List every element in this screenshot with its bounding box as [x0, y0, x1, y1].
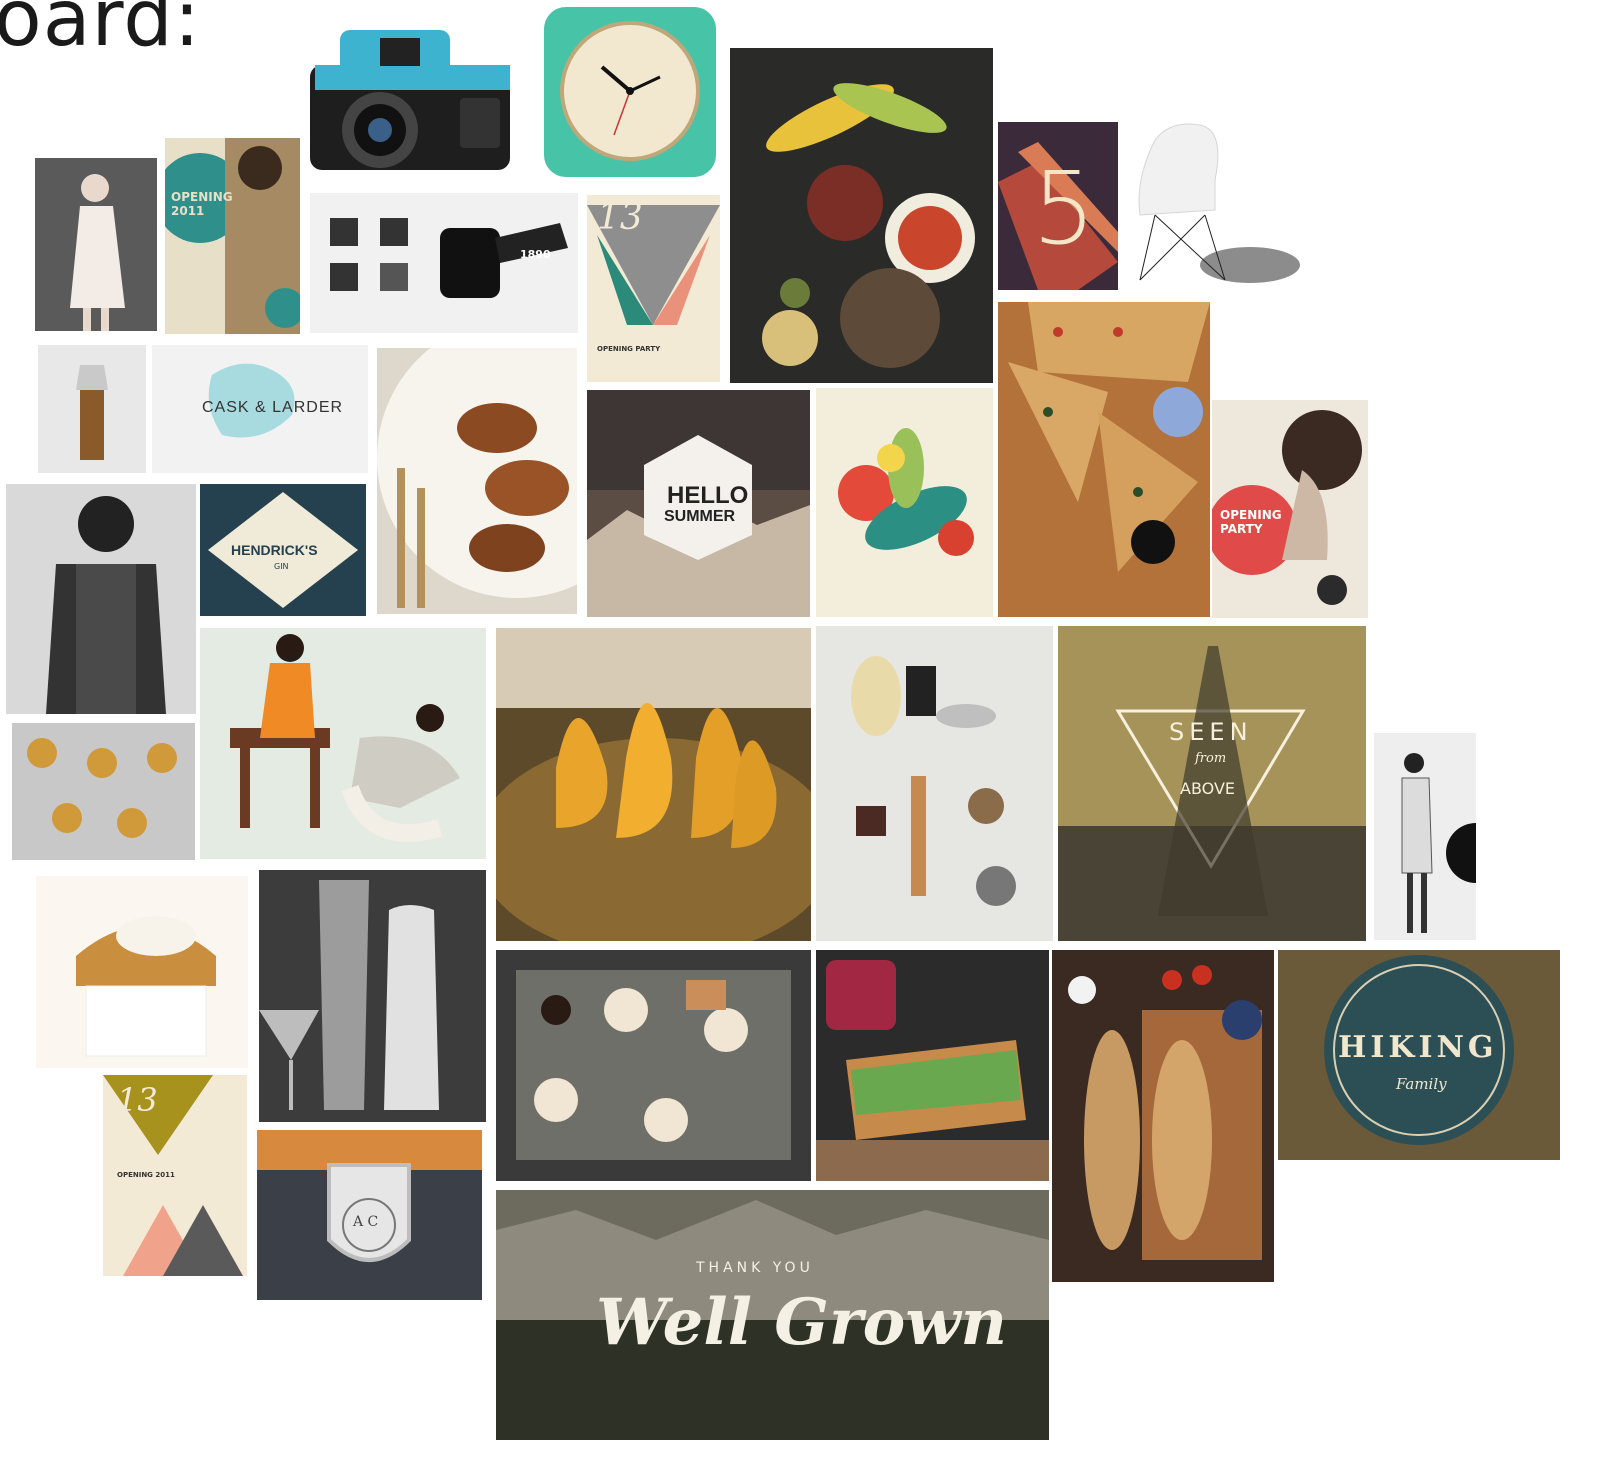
c-logo-sheet: 1890: [310, 193, 578, 333]
eames-chair-image: [1130, 120, 1300, 290]
vegetables-flatlay-image: [730, 48, 993, 383]
cookies-on-checkered-image: [12, 723, 195, 860]
hendricks-text: HENDRICK'S: [231, 542, 318, 558]
seen-line1: SEEN: [1169, 718, 1253, 746]
hello-summer-poster: HELLO SUMMER: [587, 390, 810, 617]
fashion-runway-image: [35, 158, 157, 331]
hiking-badge-poster: HIKING Family: [1278, 950, 1560, 1160]
opening-2011-poster: OPENING 2011: [165, 138, 300, 334]
souffle-dessert-image: [36, 876, 248, 1068]
ac-badge-text: A C: [353, 1214, 379, 1230]
well-grown-small-text: THANK YOU: [696, 1260, 814, 1276]
pears-in-copper-bowl-image: [496, 628, 811, 941]
cocktail-shakers-image: [259, 870, 486, 1122]
poster-13-opening-party: 13 OPENING PARTY: [587, 195, 720, 382]
camera-image: [300, 10, 525, 185]
seen-from-above-poster: SEEN from ABOVE: [1058, 626, 1366, 941]
vintage-woman-photo: [6, 484, 196, 714]
hello-line1: HELLO: [667, 482, 749, 509]
wooden-vase-image: [38, 345, 146, 473]
hiking-sub: Family: [1396, 1075, 1447, 1093]
seen-line2: from: [1195, 751, 1227, 766]
hendricks-gin-label: HENDRICK'S GIN: [200, 484, 366, 616]
poster-13-number: 13: [597, 197, 643, 238]
vintage-model-photo: [1374, 733, 1476, 940]
sandwich-image: [816, 950, 1049, 1181]
opening-party-red-poster: OPENING PARTY: [1212, 400, 1368, 618]
number-five-text: 5: [1032, 150, 1096, 267]
cask-larder-text: CASK & LARDER: [202, 399, 344, 416]
baguette-board-image: [1052, 950, 1274, 1282]
poster-13-bottom-number: 13: [117, 1081, 158, 1119]
vegetable-illustration-poster: [816, 388, 993, 617]
c-logo-year: 1890: [520, 248, 551, 261]
hendricks-sub: GIN: [274, 562, 289, 571]
opening-party-red-text: OPENING PARTY: [1220, 508, 1282, 536]
hello-line2: SUMMER: [664, 508, 736, 525]
pizza-image: [998, 302, 1210, 617]
parfait-tray-image: [496, 950, 811, 1181]
retro-couple-illustration: [200, 628, 486, 859]
poster-13-opening-2011: 13 OPENING 2011: [103, 1075, 247, 1276]
seen-line3: ABOVE: [1180, 779, 1236, 798]
poster-13-text: OPENING PARTY: [597, 345, 661, 353]
baking-tools-flatlay-image: [816, 626, 1053, 941]
poster-13-bottom-text: OPENING 2011: [117, 1171, 175, 1179]
ac-badge-poster: A C: [257, 1130, 482, 1300]
roasted-pears-plate-image: [377, 348, 577, 614]
opening-2011-text: OPENING 2011: [171, 190, 233, 218]
page-heading: oard:: [0, 0, 202, 64]
number-five-poster: 5: [998, 122, 1118, 290]
wall-clock-image: [542, 5, 718, 180]
hiking-text: HIKING: [1338, 1030, 1498, 1065]
cask-larder-logo: CASK & LARDER: [152, 345, 368, 473]
well-grown-poster: THANK YOU Well Grown: [496, 1190, 1049, 1440]
well-grown-text: Well Grown: [596, 1285, 1007, 1360]
